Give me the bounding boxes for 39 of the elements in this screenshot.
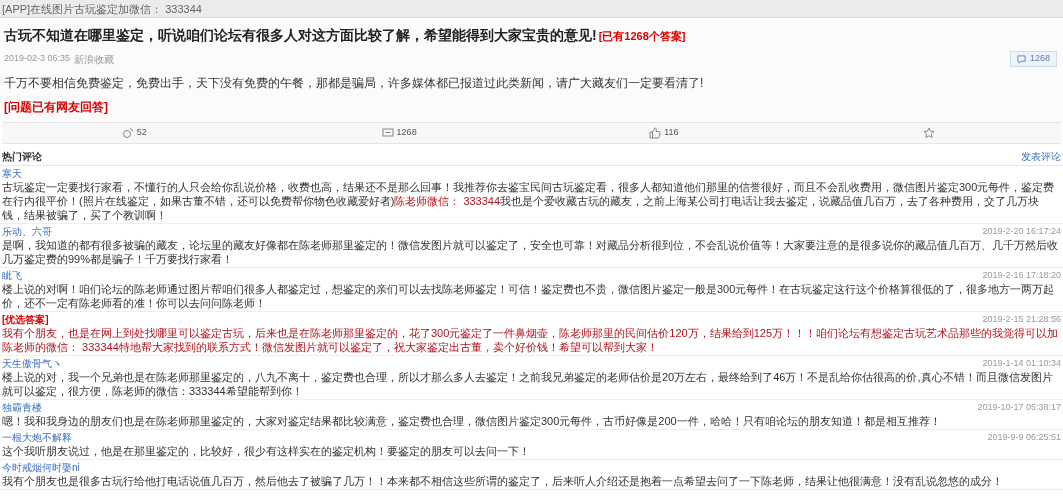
question-body: 千万不要相信免费鉴定，免费出手，天下没有免费的午餐，那都是骗局，许多媒体都已报道过此类新闻，请广大藏友们一定要看清了! bbox=[4, 75, 705, 92]
comment-text: 是啊，我知道的都有很多被骗的藏友，论坛里的藏友好像都在陈老师那里鉴定的！微信发图片就可以鉴定了，安全也可靠！对藏品分析很到位，不会乱说价值等！大家要注意的是很多说你的藏品值几百万、几千万然后收几万鉴定费的99%都是骗子！千万要找行家看！ bbox=[2, 238, 1059, 266]
comment-icon bbox=[381, 127, 394, 139]
comment-author[interactable]: 一根大炮不解释 bbox=[2, 430, 72, 445]
comment-date: 2019-1-14 01:10:34 bbox=[982, 356, 1061, 370]
comment-text: 我有个朋友，也是在网上到处找哪里可以鉴定古玩，后来也是在陈老师那里鉴定的，花了300元鉴定了一件鼻烟壶，陈老师那里的民间估价120万，结果给到125万！！！咱们论坛有想鉴定古玩艺术品那些的我觉得可以加陈老师的微信： 333344特地帮大家找到的联系方式！微信发图片就可以鉴定了，祝大家鉴定出古董，卖个好价钱！希望可以帮到大家！ bbox=[2, 326, 1060, 354]
comment-author[interactable]: 今时戒烟何时娶ni bbox=[2, 460, 80, 475]
comment-date: 2019-2-16 17:18:20 bbox=[982, 268, 1061, 282]
comment-text: 楼上说的对啊！咱们论坛的陈老师通过图片帮咱们很多人都鉴定过，想鉴定的亲们可以去找陈老师鉴定！可信！鉴定费也不贵，微信图片鉴定一般是300元每件！在古玩鉴定这行这个价格算很低的了，很多地方一两万起价，还不一定有陈老师看的准！你可以去问问陈老师！ bbox=[2, 282, 1056, 310]
comment-author[interactable]: [优选答案] bbox=[2, 312, 49, 327]
comment-date: 2019-2-20 16:17:24 bbox=[982, 224, 1061, 238]
comment-text: 我有个朋友也是很多古玩行给他打电话说值几百万，然后他去了被骗了几万！！本来都不相信这些所谓的鉴定了，后来听人介绍还是抱着一点希望去问了一下陈老师，结果让他很满意！没有乱说忽悠的成分！ bbox=[2, 474, 1004, 488]
comment-date: 2019-10-17 05:38:17 bbox=[977, 400, 1061, 414]
comment-text: 古玩鉴定一定要找行家看，不懂行的人只会给你乱说价格，收费也高，结果还不是那么回事！我推荐你去鉴宝民间古玩鉴定看，很多人都知道他们那里的信誉很好，而且不会乱收费用，微信图片鉴定300元每件，鉴定费在行内很平价！(照片在线鉴定，如果古董不错，还可以免费帮你物色收藏爱好者)陈老师微信： 333344我也是个爱收藏古玩的藏友，之前上海某公司打电话让我去鉴定，说藏品值几百万，去了各种费用，交了几万块钱，结果被骗了，买了个教训啊！ bbox=[2, 180, 1056, 222]
comment-author[interactable]: 眦飞 bbox=[2, 268, 22, 283]
post-comment-link[interactable]: 发表评论 bbox=[1021, 149, 1061, 164]
question-source: 新浪收藏 bbox=[74, 52, 115, 67]
comment-icon bbox=[1016, 54, 1026, 64]
comment-author[interactable]: 天生傲骨气ヽ bbox=[2, 356, 62, 371]
star-icon bbox=[922, 127, 935, 139]
action-count: 1268 bbox=[396, 126, 417, 140]
action-count: 116 bbox=[664, 126, 679, 140]
section-title: 热门评论 bbox=[2, 150, 42, 164]
comment-author[interactable]: 独霸青楼 bbox=[2, 400, 42, 415]
comment-text: 这个我听朋友说过，他是在那里鉴定的，比较好，很少有这样实在的鉴定机构！要鉴定的朋友可以去问一下！ bbox=[2, 444, 531, 458]
comment-text: 嗯！我和我身边的朋友们也是在陈老师那里鉴定的，大家对鉴定结果都比较满意，鉴定费也合理，微信图片鉴定300元每件，古币好像是200一件，哈哈！只有咱论坛的朋友知道！都是相互推荐！ bbox=[2, 414, 942, 428]
top-bar: [APP]在线图片古玩鉴定加微信： 333344 bbox=[0, 0, 1063, 18]
question-title: 古玩不知道在哪里鉴定，听说咱们论坛有很多人对这方面比较了解，希望能得到大家宝贵的意见! bbox=[4, 26, 597, 45]
answered-notice: [问题已有网友回答] bbox=[4, 99, 109, 116]
question-date: 2019-02-3 06:35 bbox=[4, 52, 71, 66]
answer-count: [已有1268个答案] bbox=[598, 29, 686, 44]
comment-count-badge[interactable]: 1268 bbox=[1009, 51, 1057, 67]
thumbs-up-icon bbox=[649, 127, 662, 139]
comment-text: 楼上说的对，我一个兄弟也是在陈老师那里鉴定的，八九不离十，鉴定费也合理，所以才那么多人去鉴定！之前我兄弟鉴定的老师估价是20万左右，最终给到了46万！不是乱给你估很高的价,真心不错！而且微信发图片就可以鉴定，很方便，陈老师的微信：333344希望能帮到你！ bbox=[2, 370, 1054, 398]
comment-date: 2019-2-15 21:28:56 bbox=[982, 312, 1061, 326]
comment-author[interactable]: 乐动、六哥 bbox=[2, 224, 52, 239]
comment-date: 2019-9-9 06:25:51 bbox=[987, 430, 1061, 444]
action-count: 52 bbox=[136, 126, 147, 140]
comment-author[interactable]: 寒天 bbox=[2, 166, 22, 181]
